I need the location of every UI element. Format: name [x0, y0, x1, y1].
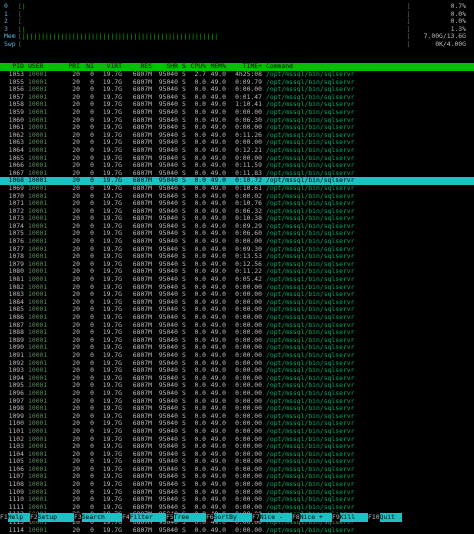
function-key-bar: F1Help F2Setup F3Search F4Filter F5Tree F6Sor…: [0, 513, 474, 522]
fkey-search[interactable]: F3Search: [74, 513, 122, 522]
cell-time: 0:00.00: [235, 525, 262, 534]
cell-pri: 20: [72, 525, 80, 534]
fkey-key: F1: [0, 513, 8, 521]
cell-cpu: 0.0: [194, 525, 206, 534]
meter-value: 0K/4.00G: [435, 39, 466, 48]
fkey-label: Quit: [379, 513, 402, 522]
meter-swap: Swp[ ] 0K/4.00G: [0, 39, 474, 49]
table-row[interactable]: 1114 10001 20 0 19.7G 6807M 95040 S 0.0 49.0 0:00.…: [0, 525, 474, 534]
cell-mem: 49.0: [210, 525, 226, 534]
cell-virt: 19.7G: [102, 525, 122, 534]
process-table: PID USER PRI NI VIRT RES SHR S CPU% MEM% TIME+ Comm…: [0, 62, 474, 534]
cell-shr: 95040: [158, 525, 178, 534]
fkey-label: Kill: [339, 513, 368, 522]
cell-s: S: [182, 525, 186, 534]
fkey-key: F4: [122, 513, 130, 521]
cell-res: 6807M: [132, 525, 152, 534]
fkey-key: F3: [74, 513, 82, 521]
meter-bar: [ ]: [18, 39, 411, 48]
fkey-label: Filter: [129, 513, 166, 522]
fkey-label: Nice +: [299, 513, 332, 522]
fkey-label: Search: [81, 513, 122, 522]
fkey-label: Setup: [37, 513, 74, 522]
fkey-key: F7: [252, 513, 260, 521]
fkey-nice[interactable]: F8Nice +: [292, 513, 332, 522]
cell-user: 10001: [28, 525, 48, 534]
fkey-tree[interactable]: F5Tree: [166, 513, 206, 522]
fkey-quit[interactable]: F10Quit: [368, 513, 402, 522]
cell-pid: 1114: [8, 525, 24, 534]
fkey-filter[interactable]: F4Filter: [122, 513, 166, 522]
fkey-key: F5: [166, 513, 174, 521]
fkey-kill[interactable]: F9Kill: [332, 513, 368, 522]
fkey-label: SortBy: [213, 513, 252, 522]
fkey-label: Tree: [173, 513, 206, 522]
meter-label: Swp: [4, 39, 16, 48]
fkey-label: Nice -: [259, 513, 292, 522]
meters-panel: 0 [| ] 0.7% 1[] 0.0% 2 [] 0.0% 3 [|] …: [0, 2, 474, 49]
fkey-help[interactable]: F1Help: [0, 513, 30, 522]
fkey-key: F9: [332, 513, 340, 521]
fkey-key: F8: [292, 513, 300, 521]
fkey-sortby[interactable]: F6SortBy: [206, 513, 252, 522]
cell-cmd: /opt/mssql/bin/sqlservr: [266, 525, 355, 534]
fkey-setup[interactable]: F2Setup: [30, 513, 74, 522]
fkey-key: F10: [368, 513, 380, 521]
process-list: 1053 10001 20 0 19.7G 6807M 95040 S 2.7 49.0 4h25:…: [0, 70, 474, 534]
cell-ni: 0: [90, 525, 94, 534]
fkey-nice[interactable]: F7Nice -: [252, 513, 292, 522]
fkey-label: Help: [7, 513, 30, 522]
fkey-key: F6: [206, 513, 214, 521]
fkey-key: F2: [30, 513, 38, 521]
